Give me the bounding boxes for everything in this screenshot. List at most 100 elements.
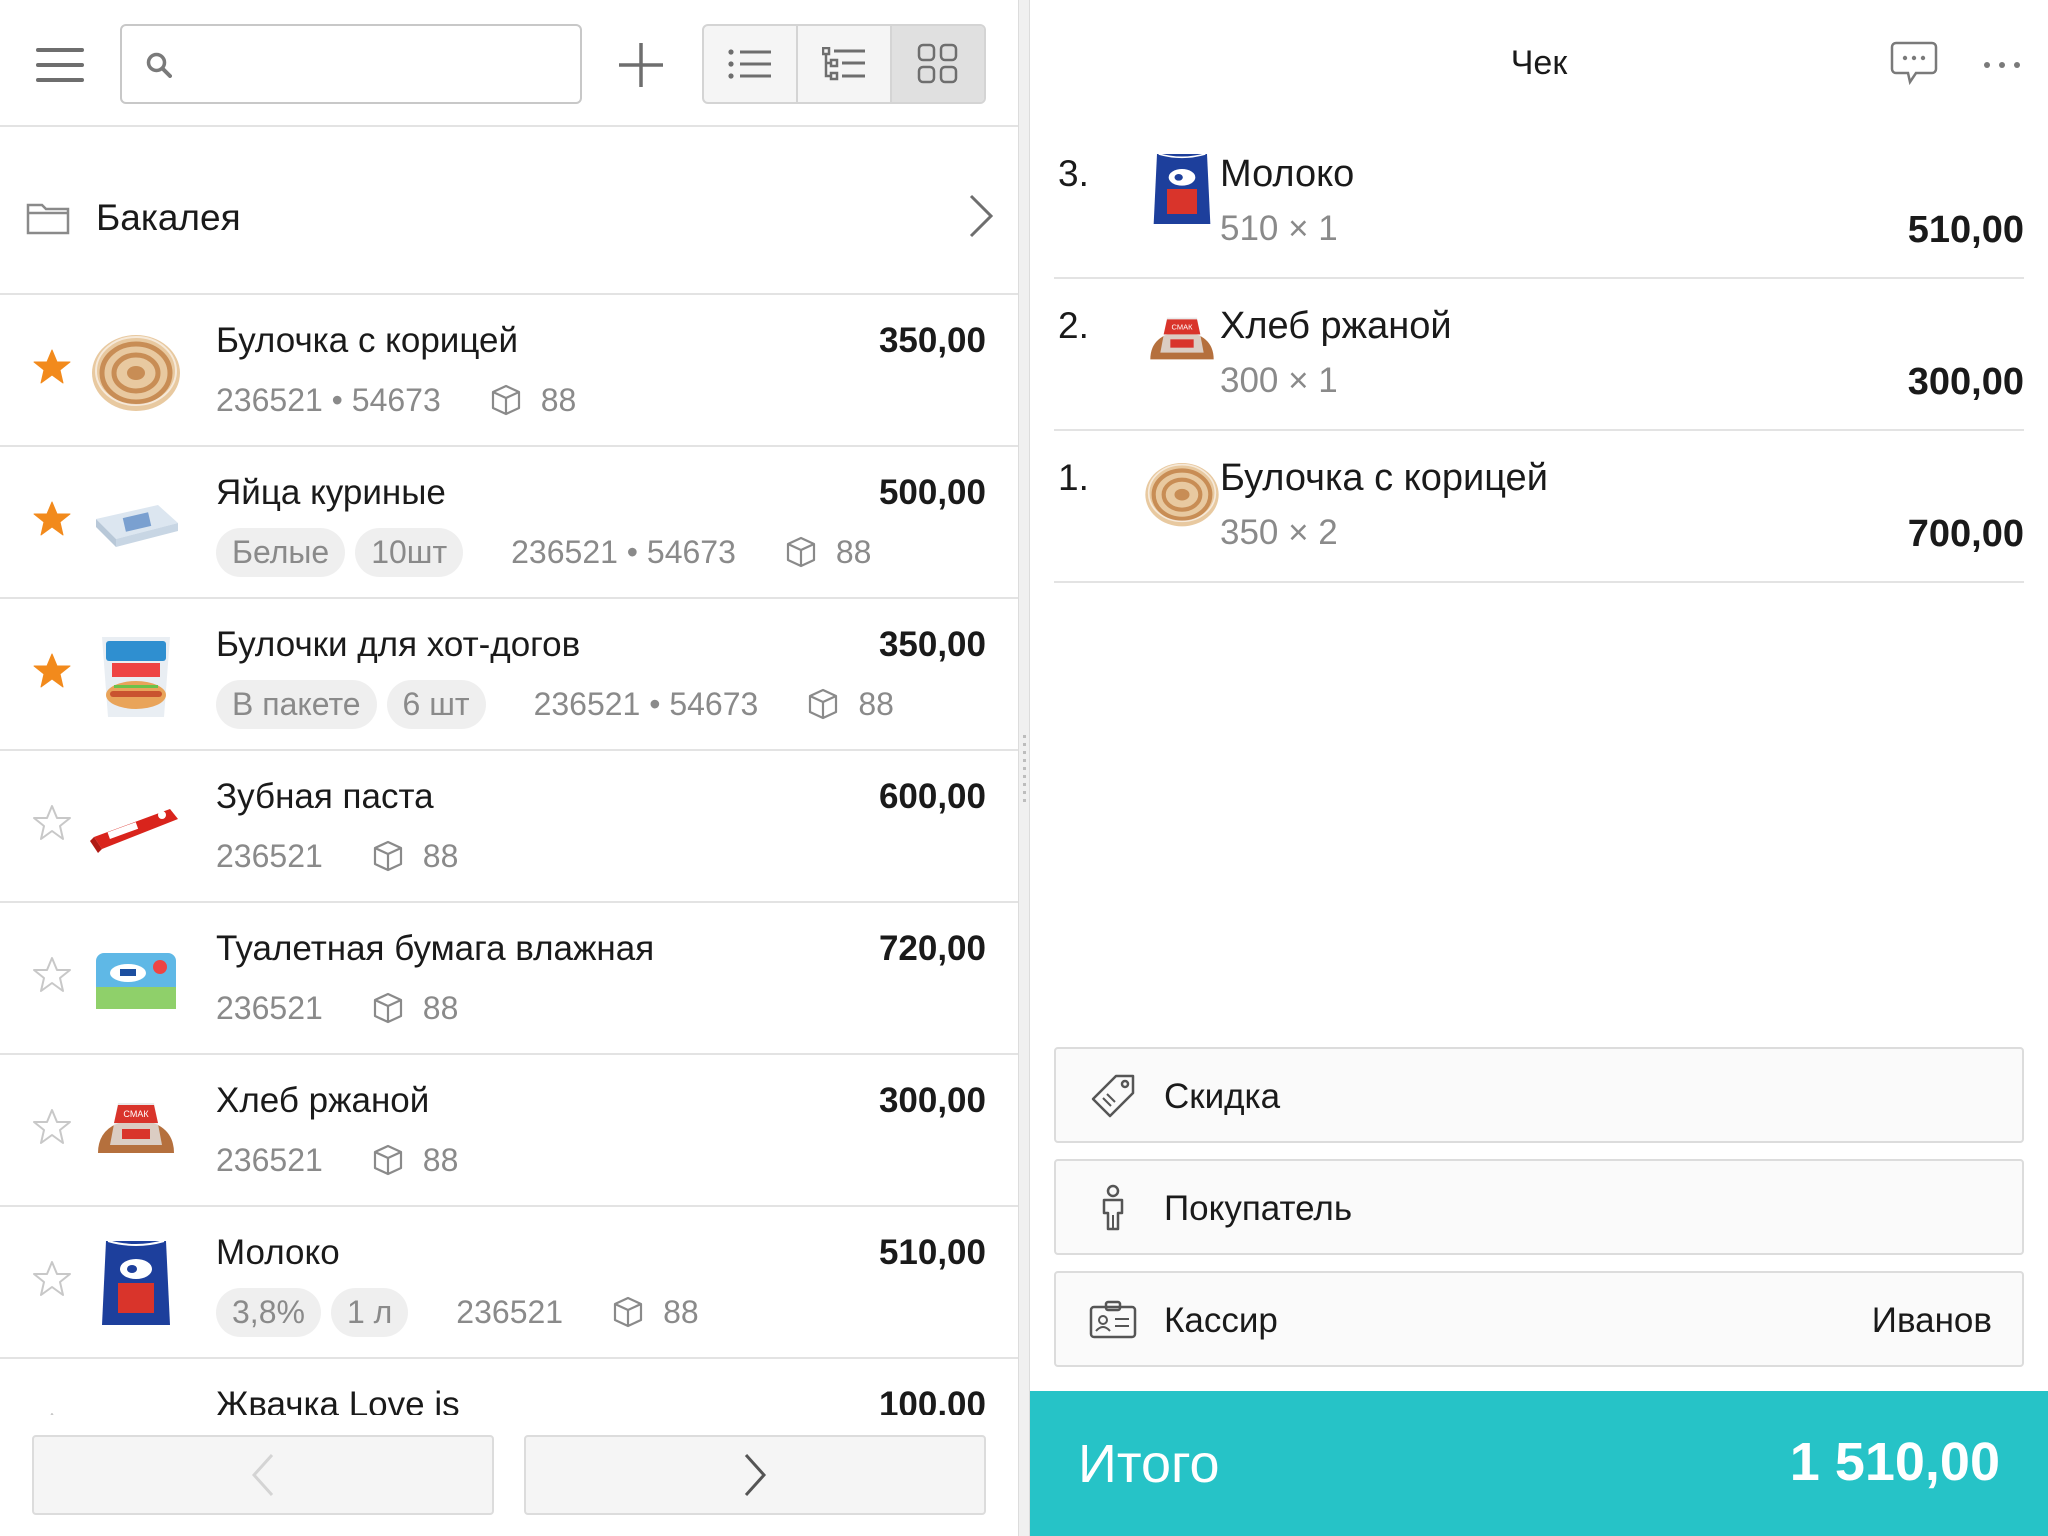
product-meta: 236521 88 <box>216 983 458 1033</box>
product-row[interactable]: Булочка с корицей 350,00 236521 • 54673 … <box>0 295 1018 447</box>
search-box[interactable] <box>120 24 582 104</box>
star-outline-icon[interactable] <box>32 955 72 995</box>
search-icon <box>146 52 172 78</box>
item-thumbnail: СМАК <box>1142 301 1222 381</box>
item-number: 2. <box>1058 305 1089 346</box>
receipt-item[interactable]: 2. СМАК Хлеб ржаной 300 × 1 300,00 <box>1054 279 2024 431</box>
item-thumbnail <box>1142 453 1222 533</box>
view-tree-button[interactable] <box>798 26 892 102</box>
stock-count: 88 <box>422 1141 459 1178</box>
product-meta: Белые 10шт 236521 • 54673 88 <box>216 527 871 577</box>
product-row[interactable]: Туалетная бумага влажная 720,00 236521 8… <box>0 903 1018 1055</box>
item-name: Хлеб ржаной <box>1220 305 1452 347</box>
catalog-toolbar <box>0 0 1018 127</box>
product-list: Булочка с корицей 350,00 236521 • 54673 … <box>0 295 1018 1415</box>
discount-button[interactable]: Скидка <box>1054 1047 2024 1143</box>
variant-chip: 10шт <box>355 527 464 577</box>
product-meta: 236521 88 <box>216 1135 458 1185</box>
chevron-right-icon <box>969 194 994 238</box>
star-outline-icon[interactable] <box>32 1107 72 1147</box>
item-qty: 350 × 2 <box>1220 513 1338 552</box>
item-sum: 700,00 <box>1907 513 2024 555</box>
stock-count: 88 <box>858 685 894 722</box>
discount-label: Скидка <box>1164 1077 1281 1116</box>
customer-button[interactable]: Покупатель <box>1054 1159 2024 1255</box>
product-name: Туалетная бумага влажная <box>216 929 655 968</box>
search-input[interactable] <box>188 36 568 92</box>
star-filled-icon[interactable] <box>32 651 72 691</box>
variant-chip: В пакете <box>216 679 377 729</box>
product-thumbnail <box>88 1387 184 1415</box>
add-product-icon[interactable] <box>616 40 666 90</box>
product-row[interactable]: Зубная паста 600,00 236521 88 <box>0 751 1018 903</box>
svg-text:СМАК: СМАК <box>1172 322 1194 331</box>
product-meta: В пакете 6 шт 236521 • 54673 88 <box>216 679 894 729</box>
star-outline-icon[interactable] <box>32 1259 72 1299</box>
product-price: 350,00 <box>878 625 986 664</box>
product-name: Хлеб ржаной <box>216 1081 430 1120</box>
product-name: Яйца куриные <box>216 473 446 512</box>
product-row[interactable]: Яйца куриные 500,00 Белые 10шт 236521 • 5… <box>0 447 1018 599</box>
item-qty: 300 × 1 <box>1220 361 1338 400</box>
item-name: Булочка с корицей <box>1220 457 1548 499</box>
cashier-button[interactable]: Кассир Иванов <box>1054 1271 2024 1367</box>
item-name: Молоко <box>1220 153 1355 195</box>
receipt-header: Чек <box>1030 0 2048 127</box>
chevron-right-icon <box>744 1453 767 1497</box>
receipt-pane: Чек 3. Молоко 510 × 1 510,00 2. СМАК Хле… <box>1030 0 2048 1536</box>
product-row[interactable]: Жвачка Love is 100,00 236521 88 <box>0 1359 1018 1415</box>
product-row[interactable]: СМАК Хлеб ржаной 300,00 236521 88 <box>0 1055 1018 1207</box>
cashier-value: Иванов <box>1871 1301 1992 1340</box>
product-name: Жвачка Love is <box>216 1385 460 1415</box>
star-filled-icon[interactable] <box>32 499 72 539</box>
pane-divider[interactable] <box>1018 0 1030 1536</box>
next-page-button[interactable] <box>524 1435 986 1515</box>
item-number: 3. <box>1058 153 1089 194</box>
comment-icon[interactable] <box>1890 40 1938 86</box>
product-catalog-pane: Бакалея Булочка с корицей 350,00 236521 … <box>0 0 1018 1536</box>
variant-chip: 3,8% <box>216 1287 321 1337</box>
list-tree-icon <box>822 47 865 81</box>
category-label: Бакалея <box>96 197 241 238</box>
product-thumbnail <box>88 779 184 875</box>
product-meta: 236521 88 <box>216 831 458 881</box>
box-icon <box>371 839 405 873</box>
star-outline-icon[interactable] <box>32 803 72 843</box>
product-thumbnail: СМАК <box>88 1083 184 1179</box>
product-row[interactable]: Булочки для хот-догов 350,00 В пакете 6 ш… <box>0 599 1018 751</box>
product-price: 510,00 <box>878 1233 986 1272</box>
product-meta: 3,8% 1 л 236521 88 <box>216 1287 699 1337</box>
total-label: Итого <box>1078 1434 1220 1494</box>
product-price: 600,00 <box>878 777 986 816</box>
product-code: 236521 <box>216 1141 323 1178</box>
menu-icon[interactable] <box>36 48 84 82</box>
product-code: 236521 • 54673 <box>533 685 759 722</box>
product-row[interactable]: Молоко 510,00 3,8% 1 л 236521 88 <box>0 1207 1018 1359</box>
prev-page-button[interactable] <box>32 1435 494 1515</box>
product-name: Молоко <box>216 1233 340 1272</box>
category-row[interactable]: Бакалея <box>0 127 1018 295</box>
receipt-item[interactable]: 3. Молоко 510 × 1 510,00 <box>1054 127 2024 279</box>
product-thumbnail <box>88 931 184 1027</box>
star-filled-icon[interactable] <box>32 347 72 387</box>
box-icon <box>489 383 523 417</box>
receipt-item[interactable]: 1. Булочка с корицей 350 × 2 700,00 <box>1054 431 2024 583</box>
view-grid-button[interactable] <box>892 26 984 102</box>
product-price: 300,00 <box>878 1081 986 1120</box>
id-badge-icon <box>1089 1300 1137 1339</box>
chevron-left-icon <box>251 1453 274 1497</box>
view-list-button[interactable] <box>704 26 798 102</box>
stock-count: 88 <box>663 1293 699 1330</box>
more-icon[interactable] <box>1982 60 2022 70</box>
stock-count: 88 <box>835 533 872 570</box>
tag-icon <box>1091 1074 1135 1118</box>
person-icon <box>1102 1184 1124 1231</box>
box-icon <box>784 535 818 569</box>
product-name: Булочки для хот-догов <box>216 625 581 664</box>
product-thumbnail <box>88 1235 184 1331</box>
item-thumbnail <box>1142 149 1222 229</box>
product-meta: 236521 • 54673 88 <box>216 375 576 425</box>
variant-chip: 1 л <box>330 1287 409 1337</box>
box-icon <box>611 1295 645 1329</box>
total-pay-button[interactable]: Итого 1 510,00 <box>1030 1391 2048 1536</box>
